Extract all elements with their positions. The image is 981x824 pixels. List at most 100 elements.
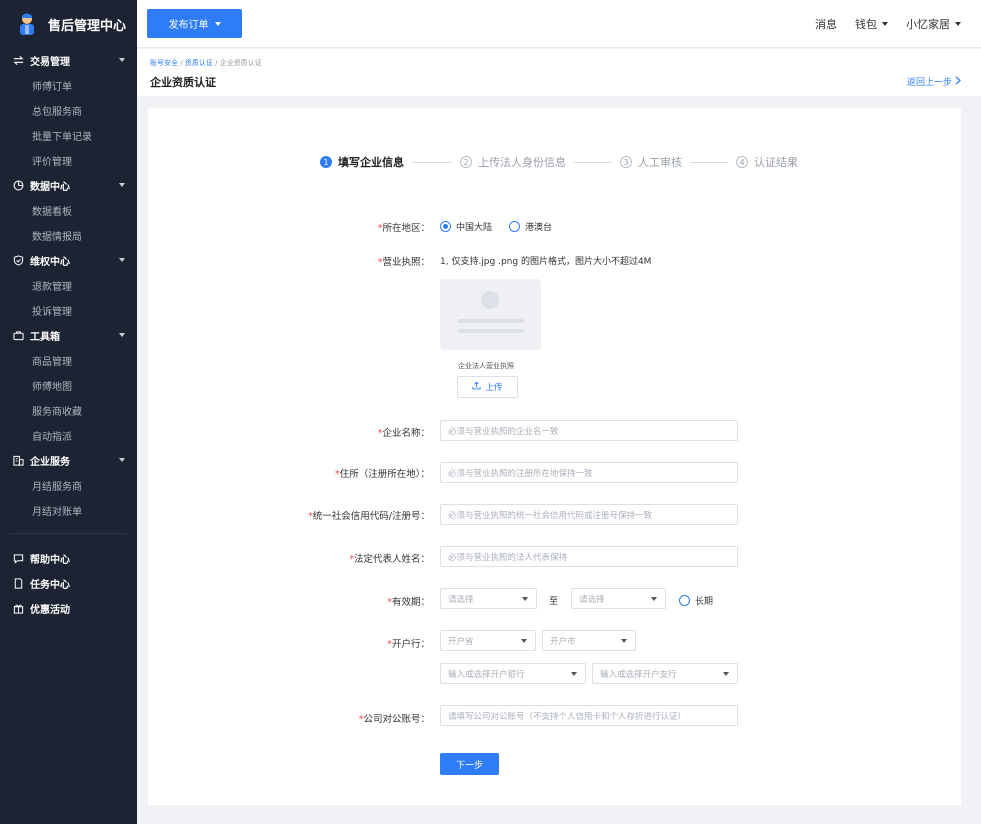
sidebar-item-refunds[interactable]: 退款管理 xyxy=(0,273,137,298)
sidebar-group-enterprise[interactable]: 企业服务 xyxy=(0,448,137,473)
page-title: 企业资质认证 xyxy=(150,76,216,89)
sidebar-item-tasks[interactable]: 任务中心 xyxy=(0,571,137,596)
sidebar-group-label: 维权中心 xyxy=(30,257,70,268)
publish-order-button[interactable]: 发布订单 xyxy=(147,9,242,38)
chevron-down-icon xyxy=(521,639,527,643)
step-3: 3 人工审核 xyxy=(620,154,682,170)
upload-label: 上传 xyxy=(485,383,503,393)
sidebar-divider xyxy=(10,533,127,534)
next-step-button[interactable]: 下一步 xyxy=(440,753,499,775)
bank-city-select[interactable]: 开户市 xyxy=(542,630,636,651)
sidebar-item-general-contractor[interactable]: 总包服务商 xyxy=(0,98,137,123)
bank-name-select[interactable]: 输入或选择开户银行 xyxy=(440,663,586,684)
form-card: 1 填写企业信息 2 上传法人身份信息 3 人工审核 4 认证结果 *所在地区：… xyxy=(148,108,961,805)
top-right-menu: 消息 钱包 小忆家居 xyxy=(815,0,961,48)
breadcrumb-item-account-security[interactable]: 账号安全 xyxy=(150,59,178,67)
back-label: 返回上一步 xyxy=(906,78,952,88)
step-label: 人工审核 xyxy=(638,156,682,169)
company-name-input[interactable]: 必须与营业执照的企业名一致 xyxy=(440,420,738,441)
toolbox-icon xyxy=(12,330,24,342)
bank-label-text: 开户行： xyxy=(391,639,430,650)
company-name-label-text: 企业名称： xyxy=(382,428,430,439)
sidebar-item-favorites[interactable]: 服务商收藏 xyxy=(0,398,137,423)
radio-checked[interactable] xyxy=(440,221,451,232)
sidebar-item-label: 帮助中心 xyxy=(30,555,70,566)
sidebar-group-toolbox[interactable]: 工具箱 xyxy=(0,323,137,348)
chevron-down-icon xyxy=(955,22,961,26)
radio-unchecked[interactable] xyxy=(509,221,520,232)
step-number: 1 xyxy=(320,156,332,168)
address-input[interactable]: 必须与营业执照的注册所在地保持一致 xyxy=(440,462,738,483)
legal-rep-input[interactable]: 必须与营业执照的法人代表保持 xyxy=(440,546,738,567)
validity-label: *有效期： xyxy=(387,594,430,608)
chevron-down-icon xyxy=(119,258,125,262)
region-option-mainland[interactable]: 中国大陆 xyxy=(440,220,492,233)
brand-title: 售后管理中心 xyxy=(48,18,127,34)
bank-province-select[interactable]: 开户省 xyxy=(440,630,536,651)
validity-end-select[interactable]: 请选择 xyxy=(571,588,666,609)
sidebar-item-worker-map[interactable]: 师傅地图 xyxy=(0,373,137,398)
account-input[interactable]: 请填写公司对公账号（不支持个人信用卡和个人存折进行认证） xyxy=(440,705,738,726)
upload-button[interactable]: 上传 xyxy=(457,376,518,398)
pie-chart-icon xyxy=(12,180,24,192)
chevron-down-icon xyxy=(119,58,125,62)
sidebar-item-monthly-providers[interactable]: 月结服务商 xyxy=(0,473,137,498)
upload-icon xyxy=(472,381,482,393)
sidebar-group-trade[interactable]: 交易管理 xyxy=(0,48,137,73)
legal-rep-label: *法定代表人姓名： xyxy=(349,551,430,565)
sidebar-item-complaints[interactable]: 投诉管理 xyxy=(0,298,137,323)
region-option-label: 中国大陆 xyxy=(456,223,493,233)
messages-link[interactable]: 消息 xyxy=(815,16,837,32)
sidebar-item-batch-orders[interactable]: 批量下单记录 xyxy=(0,123,137,148)
radio-unchecked[interactable] xyxy=(679,595,690,606)
sidebar-item-auto-assign[interactable]: 自动指派 xyxy=(0,423,137,448)
validity-to-label: 至 xyxy=(549,597,559,607)
address-label-text: 住所（注册所在地）： xyxy=(339,469,430,480)
exchange-icon xyxy=(12,55,24,67)
sidebar-group-label: 交易管理 xyxy=(30,57,70,68)
long-term-option[interactable]: 长期 xyxy=(679,594,713,607)
sidebar-group-rights[interactable]: 维权中心 xyxy=(0,248,137,273)
document-icon xyxy=(12,578,24,590)
sidebar-item-products[interactable]: 商品管理 xyxy=(0,348,137,373)
chevron-down-icon xyxy=(119,458,125,462)
back-link[interactable]: 返回上一步 xyxy=(907,75,961,88)
region-option-label: 港澳台 xyxy=(525,223,553,233)
step-connector xyxy=(574,161,612,163)
brand[interactable]: 售后管理中心 xyxy=(0,0,137,48)
sidebar-item-reviews[interactable]: 评价管理 xyxy=(0,148,137,173)
breadcrumb-item-qualification[interactable]: 资质认证 xyxy=(185,59,213,67)
region-option-hk-mo-tw[interactable]: 港澳台 xyxy=(509,220,552,233)
step-number: 4 xyxy=(736,156,748,168)
wallet-label: 钱包 xyxy=(855,18,877,31)
select-value: 输入或选择开户银行 xyxy=(448,669,525,680)
sidebar-item-help[interactable]: 帮助中心 xyxy=(0,546,137,571)
sidebar-item-monthly-statements[interactable]: 月结对账单 xyxy=(0,498,137,523)
chat-help-icon xyxy=(12,553,24,565)
chevron-down-icon xyxy=(214,21,221,26)
sidebar-item-promotions[interactable]: 优惠活动 xyxy=(0,596,137,621)
validity-label-text: 有效期： xyxy=(391,597,430,608)
step-connector xyxy=(412,161,452,163)
long-term-label: 长期 xyxy=(695,597,714,607)
user-dropdown[interactable]: 小忆家居 xyxy=(906,16,961,32)
messages-label: 消息 xyxy=(815,18,837,31)
sidebar-group-label: 数据中心 xyxy=(30,182,70,193)
step-connector xyxy=(690,161,728,163)
bank-label: *开户行： xyxy=(387,636,430,650)
chevron-down-icon xyxy=(621,639,627,643)
legal-rep-label-text: 法定代表人姓名： xyxy=(353,554,430,565)
license-label-text: 营业执照： xyxy=(382,257,430,268)
sidebar-item-worker-orders[interactable]: 师傅订单 xyxy=(0,73,137,98)
wallet-dropdown[interactable]: 钱包 xyxy=(855,16,888,32)
sidebar-item-dashboard[interactable]: 数据看板 xyxy=(0,198,137,223)
license-label: *营业执照： xyxy=(378,254,430,268)
sidebar-item-intelligence[interactable]: 数据情报局 xyxy=(0,223,137,248)
bank-branch-select[interactable]: 输入或选择开户支行 xyxy=(592,663,738,684)
credit-code-input[interactable]: 必须与营业执照的统一社会信用代码或注册号保持一致 xyxy=(440,504,738,525)
validity-start-select[interactable]: 请选择 xyxy=(440,588,537,609)
chevron-down-icon xyxy=(571,672,577,676)
step-4: 4 认证结果 xyxy=(736,154,798,170)
sidebar-group-data[interactable]: 数据中心 xyxy=(0,173,137,198)
account-label-text: 公司对公账号： xyxy=(363,714,430,725)
